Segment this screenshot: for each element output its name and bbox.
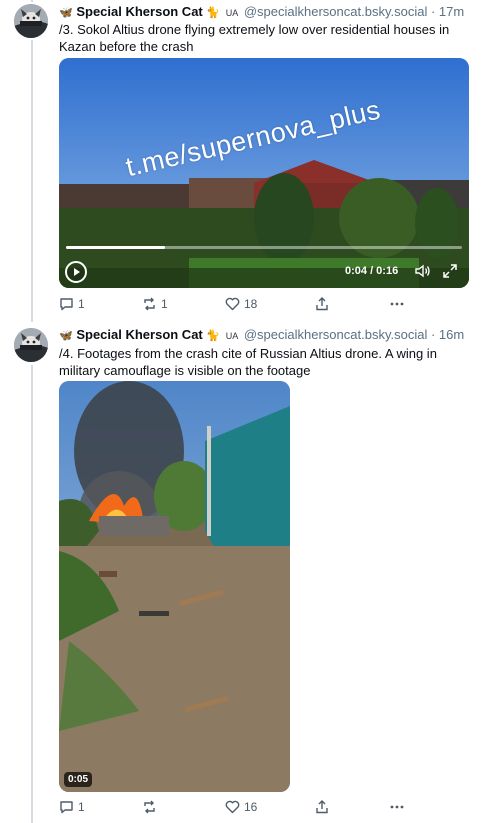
share-icon	[316, 800, 328, 814]
video-duration: 0:05	[64, 772, 93, 787]
like-count: 16	[244, 800, 258, 814]
video-player[interactable]: t.me/supernova_plus 0:04 / 0:16	[59, 58, 469, 288]
video-progress-track[interactable]	[66, 246, 462, 249]
post-time[interactable]: · 16m	[431, 327, 464, 342]
post-text: /4. Footages from the crash cite of Russ…	[59, 346, 437, 378]
share-button[interactable]	[315, 297, 329, 311]
avatar[interactable]	[14, 4, 48, 38]
butterfly-icon: 🦋	[59, 7, 73, 19]
repost-button[interactable]: 1	[142, 297, 168, 311]
video-time: 0:04 / 0:16	[345, 265, 399, 277]
like-icon	[225, 800, 240, 814]
play-icon[interactable]	[65, 261, 87, 283]
like-button[interactable]: 16	[225, 800, 257, 814]
author-handle[interactable]: @specialkhersoncat.bsky.social	[244, 4, 427, 19]
butterfly-icon: 🦋	[59, 330, 73, 342]
avatar[interactable]	[14, 328, 48, 362]
video-frame	[59, 381, 290, 792]
video-player[interactable]: 0:05	[59, 381, 290, 792]
author-handle[interactable]: @specialkhersoncat.bsky.social	[244, 327, 427, 342]
post-actions: 1 1 18	[59, 297, 459, 313]
repost-icon	[144, 297, 155, 311]
reply-icon	[60, 801, 73, 814]
reply-button[interactable]: 1	[59, 297, 85, 311]
like-count: 18	[244, 297, 258, 311]
share-button[interactable]	[315, 800, 329, 814]
video-progress-fill	[66, 246, 165, 249]
more-icon	[390, 805, 404, 809]
post[interactable]: 🦋 Special Kherson Cat 🐈 UA @specialkhers…	[0, 320, 481, 823]
reply-button[interactable]: 1	[59, 800, 85, 814]
post-header: 🦋 Special Kherson Cat 🐈 UA @specialkhers…	[59, 327, 464, 344]
like-button[interactable]: 18	[225, 297, 257, 311]
more-button[interactable]	[389, 297, 405, 311]
reply-count: 1	[78, 297, 85, 311]
flag-label: UA	[225, 331, 239, 341]
like-icon	[225, 297, 240, 311]
flag-label: UA	[225, 8, 239, 18]
volume-icon[interactable]	[415, 264, 431, 283]
video-frame	[59, 58, 469, 288]
fullscreen-icon[interactable]	[443, 264, 457, 283]
more-icon	[390, 302, 404, 306]
reply-count: 1	[78, 800, 85, 814]
repost-button[interactable]	[142, 800, 161, 814]
share-icon	[316, 297, 328, 311]
repost-icon	[144, 800, 155, 814]
post-actions: 1 16	[59, 800, 459, 816]
repost-count: 1	[161, 297, 168, 311]
more-button[interactable]	[389, 800, 405, 814]
post-time[interactable]: · 17m	[431, 4, 464, 19]
post-text: /3. Sokol Altius drone flying extremely …	[59, 22, 450, 54]
post-header: 🦋 Special Kherson Cat 🐈 UA @specialkhers…	[59, 4, 464, 21]
post[interactable]: 🦋 Special Kherson Cat 🐈 UA @specialkhers…	[0, 0, 481, 320]
author-name[interactable]: Special Kherson Cat	[76, 327, 202, 342]
author-name[interactable]: Special Kherson Cat	[76, 4, 202, 19]
cat-icon: 🐈	[206, 7, 221, 19]
cat-icon: 🐈	[206, 330, 221, 342]
reply-icon	[60, 298, 73, 311]
